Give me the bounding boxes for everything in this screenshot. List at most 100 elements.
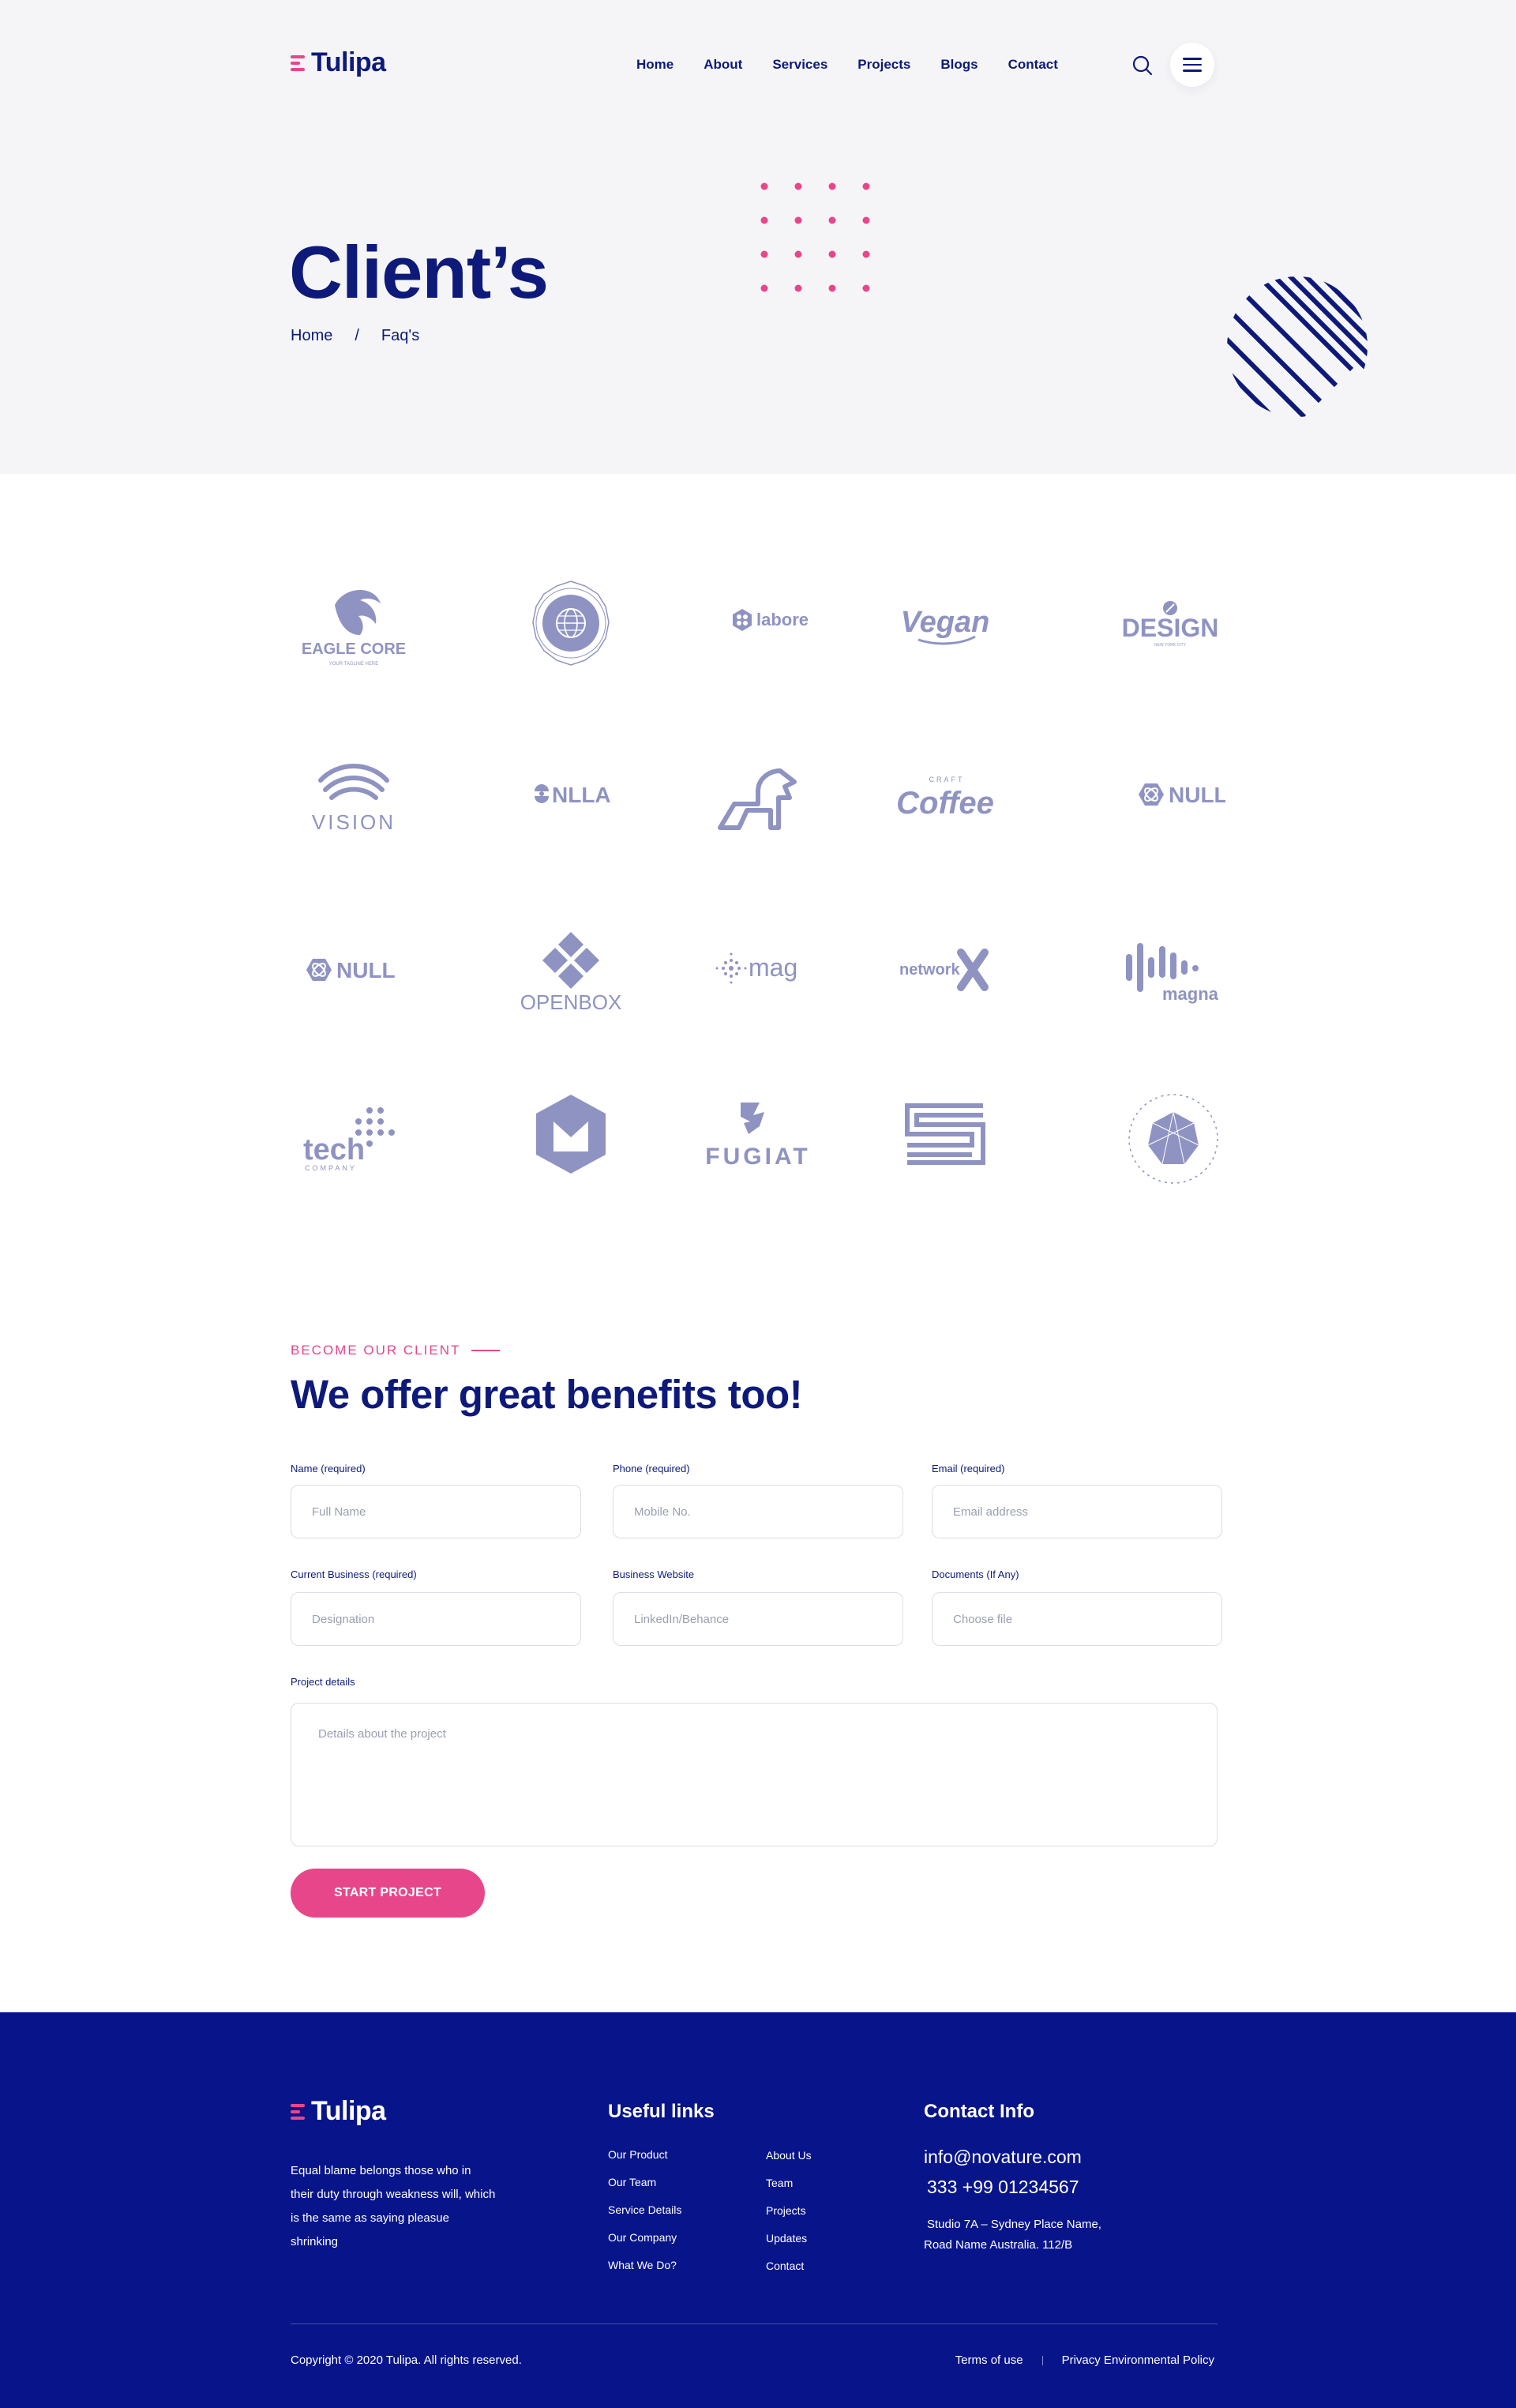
client-logo-network[interactable]: network [851,918,1038,1024]
footer-link-service-details[interactable]: Service Details [608,2202,681,2218]
privacy-policy-link[interactable]: Privacy Environmental Policy [1062,2354,1214,2367]
client-logo-openbox[interactable]: OPENBOX [478,918,665,1024]
name-label: Name (required) [291,1463,366,1474]
client-logo-fugiat[interactable]: FUGIAT [665,1088,852,1194]
useful-links-col-2: About Us Team Projects Updates Contact [766,2147,812,2275]
logo-bars-icon [291,54,305,71]
striped-circle-icon [1227,276,1368,417]
client-logo-vegan[interactable]: Vegan [851,577,1038,682]
phone-field[interactable] [613,1485,903,1538]
business-field[interactable] [291,1592,581,1646]
footer-link-projects[interactable]: Projects [766,2203,812,2219]
logo-text-nlla: NLLA [552,783,611,807]
documents-label: Documents (If Any) [932,1568,1019,1580]
logo-text-vegan: Vegan [900,606,989,639]
project-details-label: Project details [291,1676,355,1688]
logo-tagline-design: NEW YORK CITY [1154,643,1187,648]
logo-text: Tulipa [311,47,386,77]
logo-tagline-tech: COMPANY [305,1164,357,1172]
email-field[interactable] [932,1485,1222,1538]
nav-about[interactable]: About [704,57,742,73]
nav-projects[interactable]: Projects [857,57,910,73]
start-project-button[interactable]: START PROJECT [291,1869,485,1918]
breadcrumb-home[interactable]: Home [291,327,332,345]
logo-text-fugiat: FUGIAT [705,1144,810,1170]
terms-of-use-link[interactable]: Terms of use [955,2354,1023,2367]
client-logo-design[interactable]: DESIGN NEW YORK CITY [1038,577,1225,682]
logo-text-network: network [899,961,961,979]
logo-text-coffee: Coffee [896,786,994,821]
nav-blogs[interactable]: Blogs [940,57,978,73]
client-logo-m-hexagon[interactable] [478,1088,665,1194]
logo-text-eagle-core: EAGLE CORE [302,641,406,658]
footer-link-contact[interactable]: Contact [766,2258,812,2275]
hamburger-menu-icon [1183,58,1202,72]
documents-file-field[interactable] [932,1592,1222,1646]
nav-contact[interactable]: Contact [1008,57,1058,73]
name-field[interactable] [291,1485,581,1538]
client-logo-globe-seal[interactable] [478,577,665,682]
logo-text-null-2: NULL [336,958,396,982]
footer-divider [291,2323,1218,2324]
footer-link-our-company[interactable]: Our Company [608,2230,681,2246]
logo-tagline-coffee: CRAFT [929,776,964,783]
contact-address: Studio 7A – Sydney Place Name, Road Name… [924,2215,1161,2256]
client-logo-vision[interactable]: VISION [291,747,478,853]
client-logo-polygon-seal[interactable] [1038,1088,1225,1194]
header-logo[interactable]: Tulipa [291,47,386,78]
client-logo-s-maze[interactable] [851,1088,1038,1194]
website-label: Business Website [613,1568,695,1580]
client-logo-nlla[interactable]: NLLA [478,747,665,853]
website-field[interactable] [613,1592,903,1646]
address-line-2: Road Name Australia. 112/B [924,2238,1073,2252]
footer-link-our-team[interactable]: Our Team [608,2174,681,2191]
contact-info-heading: Contact Info [924,2101,1034,2122]
business-label: Current Business (required) [291,1568,417,1580]
logo-text-vision: VISION [312,810,396,834]
client-logo-magna[interactable]: magna [1038,918,1225,1024]
client-logo-labore[interactable]: labore [665,577,852,682]
decorative-dots-icon [760,182,870,292]
footer-link-team[interactable]: Team [766,2175,812,2192]
nav-home[interactable]: Home [636,57,674,73]
client-logo-grid: EAGLE CORE YOUR TAGLINE HERE labore Vega… [291,577,1225,1194]
footer-link-our-product[interactable]: Our Product [608,2147,681,2163]
logo-text-magna: magna [1162,984,1219,1004]
footer: Tulipa Equal blame belongs those who in … [0,2012,1516,2408]
footer-about-text: Equal blame belongs those who in their d… [291,2164,496,2248]
client-logo-eagle-core[interactable]: EAGLE CORE YOUR TAGLINE HERE [291,577,478,682]
contact-phone: 333 +99 01234567 [927,2177,1079,2197]
useful-links-col-1: Our Product Our Team Service Details Our… [608,2147,681,2274]
breadcrumb-current: Faq's [381,327,420,344]
form-section-title: We offer great benefits too! [291,1372,803,1417]
breadcrumb: Home / Faq's [291,327,419,345]
email-label: Email (required) [932,1463,1005,1474]
phone-label: Phone (required) [613,1463,690,1474]
footer-logo[interactable]: Tulipa [291,2096,386,2127]
contact-email-link[interactable]: info@novature.com [924,2147,1082,2168]
main-nav: Home About Services Projects Blogs Conta… [636,57,1058,73]
logo-tagline-eagle: YOUR TAGLINE HERE [329,662,378,667]
client-logo-coffee[interactable]: CRAFT Coffee [851,747,1038,853]
footer-link-updates[interactable]: Updates [766,2230,812,2247]
footer-link-what-we-do[interactable]: What We Do? [608,2257,681,2274]
breadcrumb-separator: / [355,327,359,344]
footer-link-about-us[interactable]: About Us [766,2147,812,2164]
nav-services[interactable]: Services [772,57,827,73]
client-logo-lion[interactable] [665,747,852,853]
logo-text-labore: labore [756,610,809,629]
client-logo-mag[interactable]: mag [665,918,852,1024]
project-details-field[interactable] [291,1703,1218,1846]
eyebrow-line [471,1350,501,1351]
client-logo-null-2[interactable]: NULL [291,918,478,1024]
eyebrow-text: BECOME OUR CLIENT [291,1343,461,1358]
client-logo-tech[interactable]: tech COMPANY [291,1088,478,1194]
legal-separator [1041,2355,1043,2365]
logo-text-null-1: NULL [1169,783,1225,807]
page: Tulipa Home About Services Projects Blog… [0,0,1516,2408]
search-icon[interactable] [1131,54,1154,77]
useful-links-heading: Useful links [608,2101,715,2122]
hamburger-menu-button[interactable] [1170,43,1214,87]
client-logo-null-1[interactable]: NULL [1038,747,1225,853]
section-eyebrow: BECOME OUR CLIENT [291,1343,501,1358]
